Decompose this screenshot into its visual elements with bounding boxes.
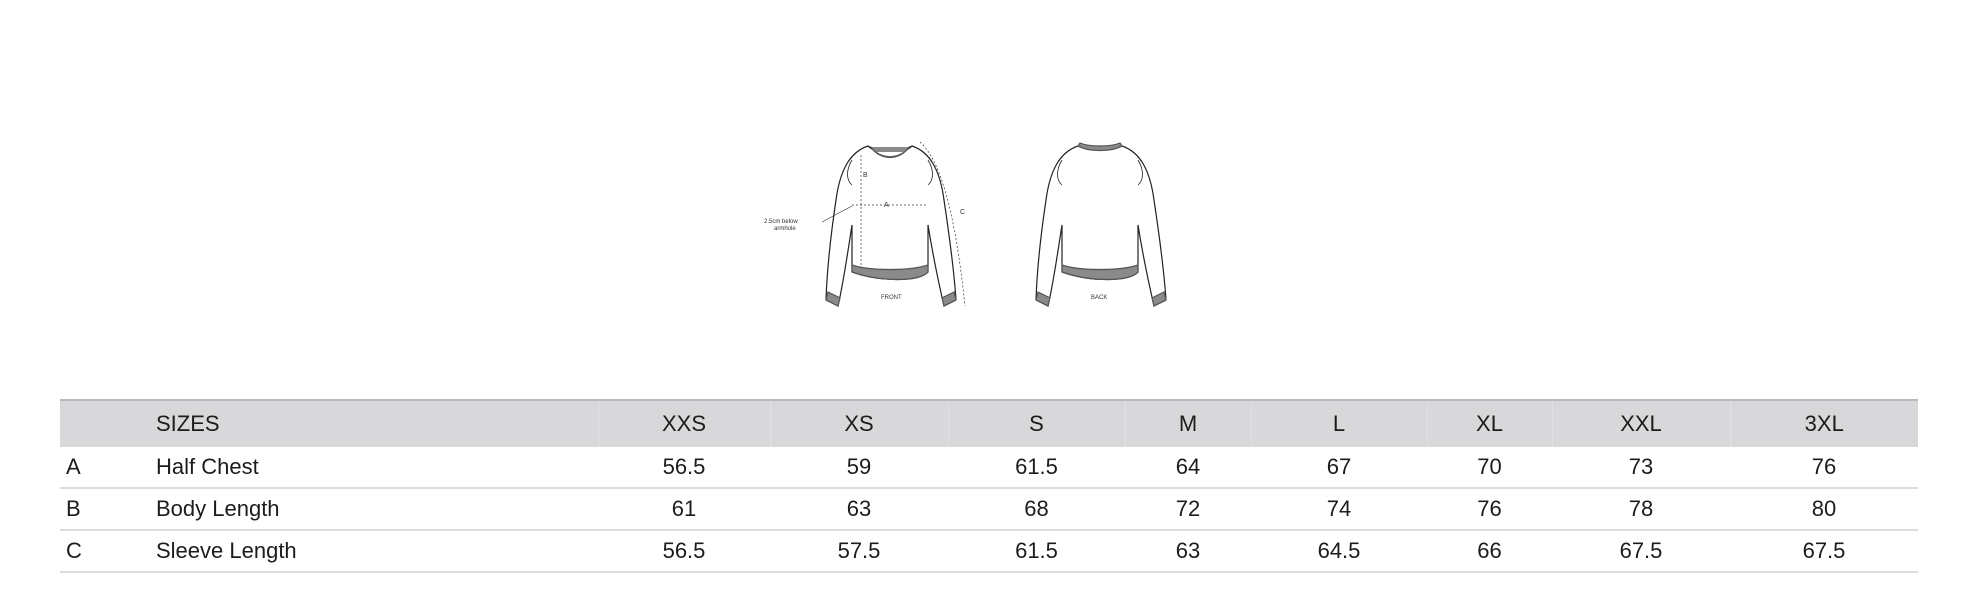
table-cell: 57.5 <box>770 530 948 573</box>
size-header-xl: XL <box>1426 399 1552 447</box>
sweatshirt-front <box>825 145 957 307</box>
table-row-half-chest: A Half Chest 56.5 59 61.5 64 67 70 73 76 <box>60 447 1918 489</box>
table-cell: 73 <box>1552 447 1730 489</box>
size-header-s: S <box>947 399 1125 447</box>
table-cell: 56.5 <box>598 447 770 489</box>
table-cell: 67.5 <box>1730 530 1918 573</box>
table-cell: 80 <box>1730 488 1918 531</box>
row-measurement-name: Body Length <box>148 488 598 531</box>
row-code: A <box>60 447 148 489</box>
table-cell: 63 <box>1125 530 1251 573</box>
table-cell: 59 <box>770 447 948 489</box>
table-cell: 76 <box>1730 447 1918 489</box>
size-header-l: L <box>1250 399 1427 447</box>
table-cell: 61.5 <box>948 530 1125 573</box>
size-header-row: SIZES XXS XS S M L XL XXL 3XL <box>60 399 1918 447</box>
table-cell: 67.5 <box>1552 530 1730 573</box>
marker-b: B <box>863 172 868 179</box>
sweatshirt-technical-drawing: A B C 2.5cm below armhole FRONT BACK <box>764 141 1167 307</box>
sweatshirt-back <box>1035 142 1167 307</box>
table-cell: 64.5 <box>1251 530 1427 573</box>
row-code: C <box>60 530 148 573</box>
table-cell: 68 <box>948 488 1125 531</box>
table-cell: 76 <box>1427 488 1552 531</box>
table-row-sleeve-length: C Sleeve Length 56.5 57.5 61.5 63 64.5 6… <box>60 530 1918 573</box>
row-measurement-name: Sleeve Length <box>148 530 598 573</box>
table-cell: 56.5 <box>598 530 770 573</box>
header-code-cell <box>60 399 148 447</box>
table-cell: 67 <box>1251 447 1427 489</box>
size-header-m: M <box>1124 399 1251 447</box>
table-cell: 61.5 <box>948 447 1125 489</box>
table-cell: 78 <box>1552 488 1730 531</box>
row-measurement-name: Half Chest <box>148 447 598 489</box>
sweatshirt-diagram: A B C 2.5cm below armhole FRONT BACK <box>760 130 1200 310</box>
table-cell: 72 <box>1125 488 1251 531</box>
size-header-3xl: 3XL <box>1729 399 1918 447</box>
size-chart-table: SIZES XXS XS S M L XL XXL 3XL A Half Che… <box>60 399 1918 573</box>
table-cell: 74 <box>1251 488 1427 531</box>
marker-a: A <box>884 202 889 209</box>
armhole-note-line2: armhole <box>774 226 796 232</box>
size-header-xxl: XXL <box>1551 399 1730 447</box>
size-header-xs: XS <box>769 399 948 447</box>
table-row-body-length: B Body Length 61 63 68 72 74 76 78 80 <box>60 488 1918 531</box>
size-header-xxs: XXS <box>597 399 770 447</box>
armhole-note-line1: 2.5cm below <box>764 219 798 225</box>
table-cell: 63 <box>770 488 948 531</box>
table-cell: 64 <box>1125 447 1251 489</box>
back-label: BACK <box>1091 295 1107 301</box>
sizes-header-label: SIZES <box>148 399 598 447</box>
front-label: FRONT <box>881 295 902 301</box>
row-code: B <box>60 488 148 531</box>
table-cell: 61 <box>598 488 770 531</box>
table-cell: 70 <box>1427 447 1552 489</box>
table-cell: 66 <box>1427 530 1552 573</box>
marker-c: C <box>960 209 965 216</box>
